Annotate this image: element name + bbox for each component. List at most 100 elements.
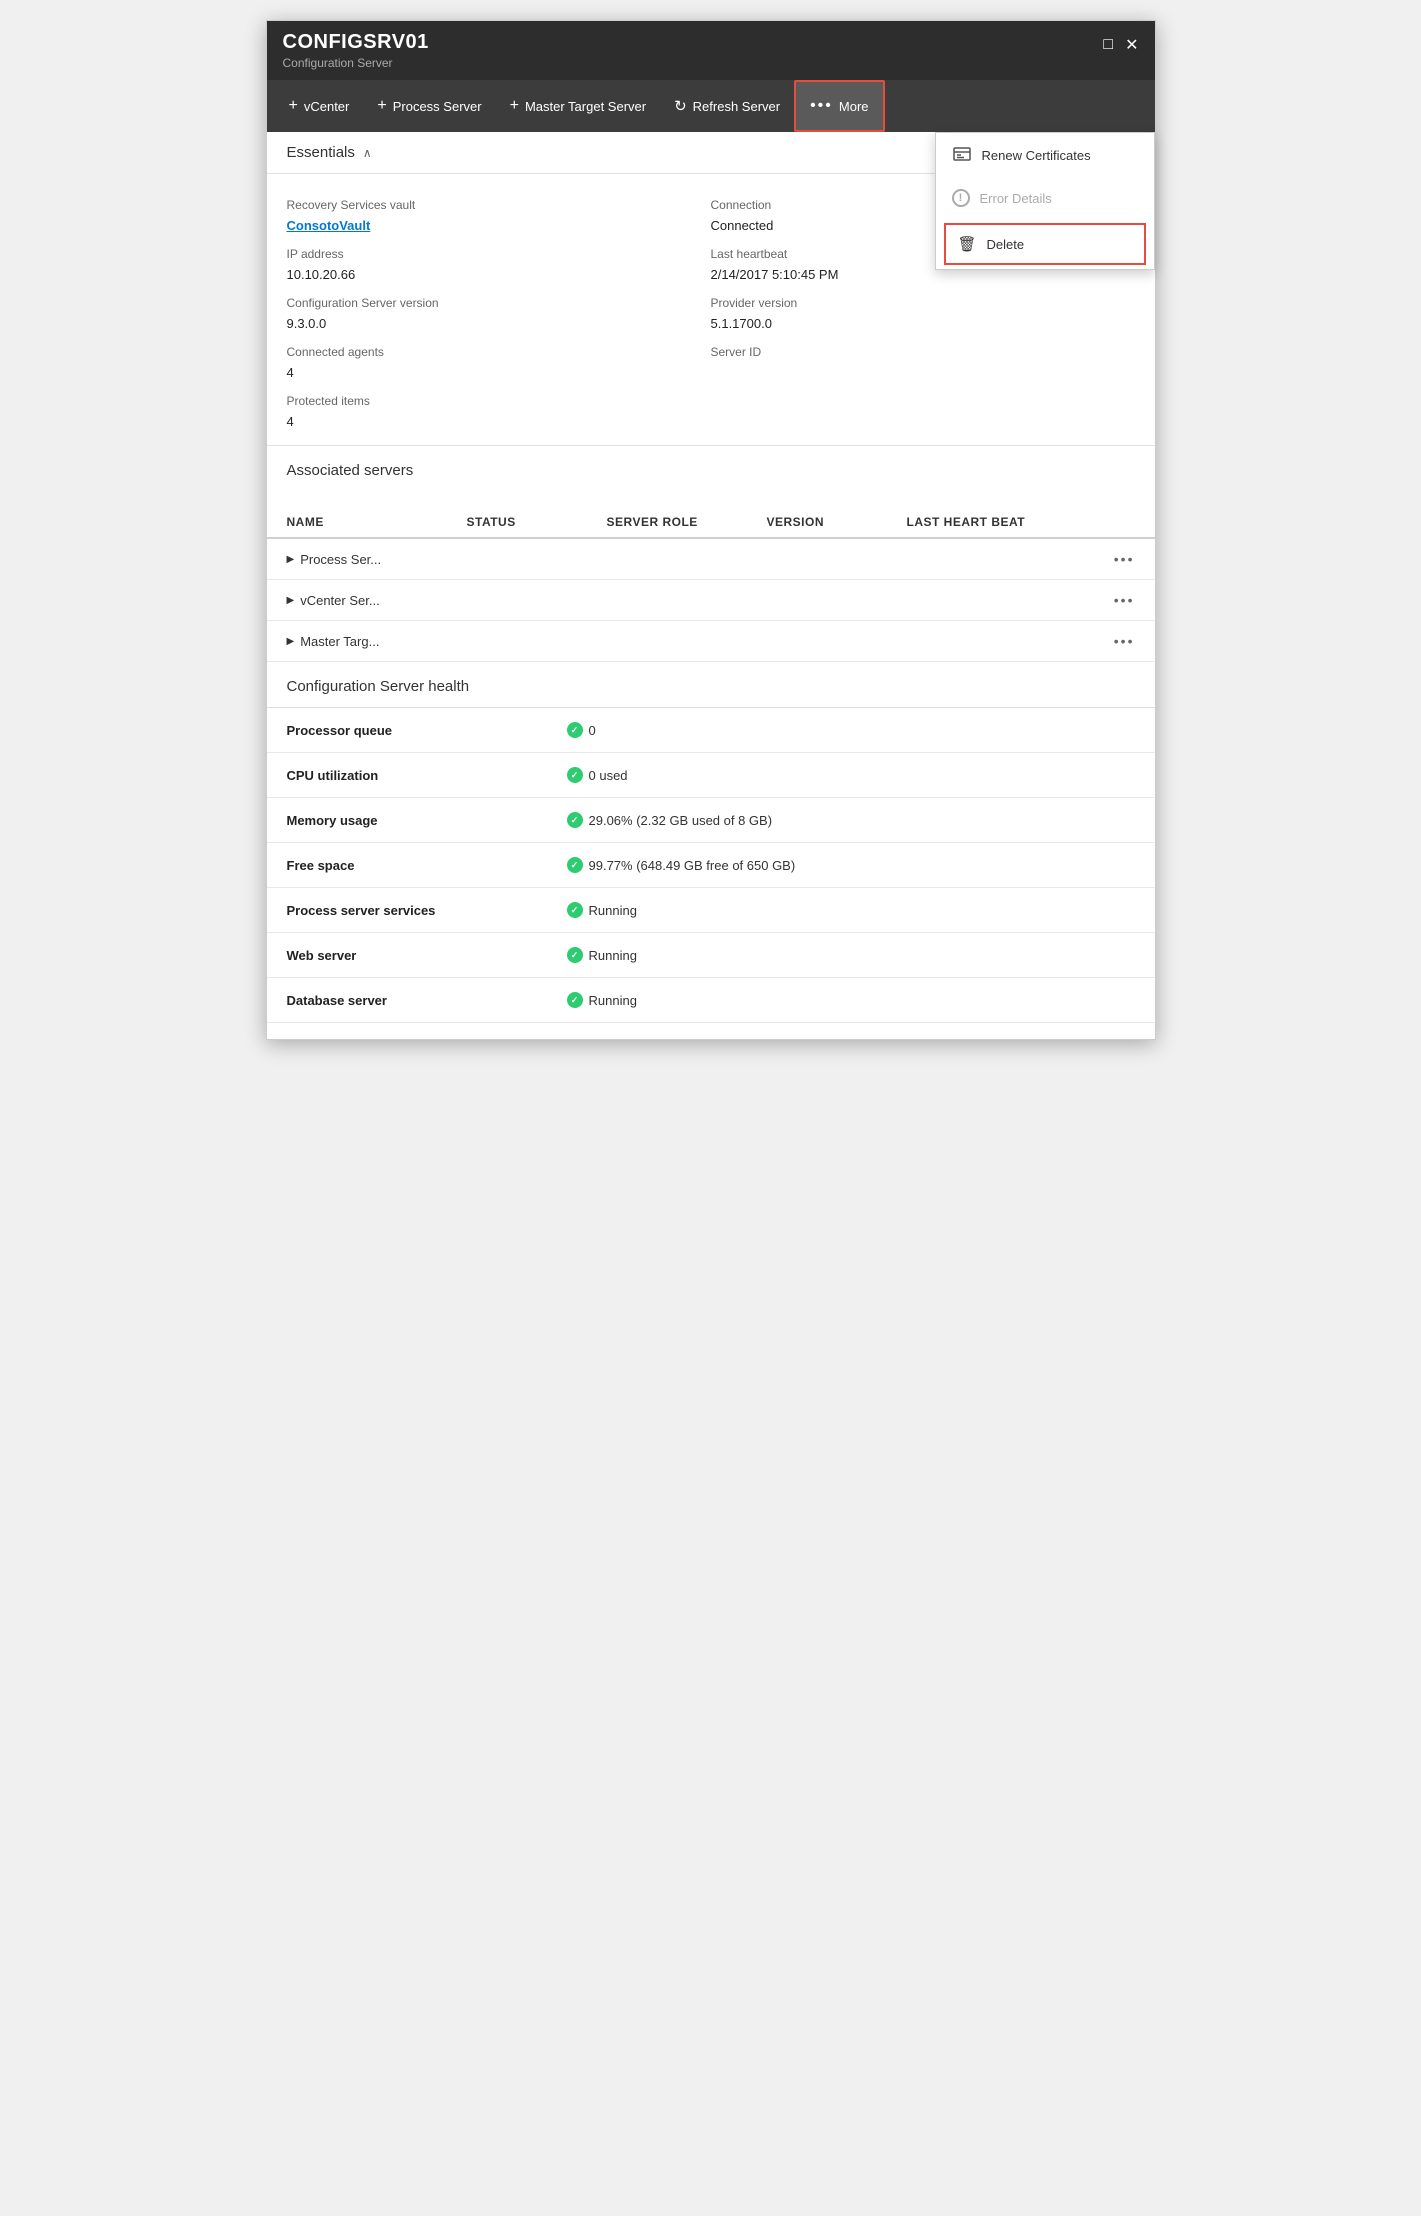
items-value: 4 — [287, 414, 711, 429]
cpu-utilization-value: 0 used — [567, 767, 1135, 783]
green-status-icon-6 — [567, 947, 583, 963]
table-row[interactable]: ▶ Process Ser... ••• — [267, 539, 1155, 580]
row-more-button-3[interactable]: ••• — [1114, 633, 1135, 649]
process-server-row-name: ▶ Process Ser... — [287, 552, 1114, 567]
associated-servers-section: Associated servers — [267, 446, 1155, 507]
cs-version-label: Configuration Server version — [287, 296, 711, 310]
database-server-label: Database server — [287, 993, 567, 1008]
process-server-services-text: Running — [589, 903, 637, 918]
renew-certificates-label: Renew Certificates — [982, 148, 1091, 163]
database-server-text: Running — [589, 993, 637, 1008]
table-row[interactable]: ▶ Master Targ... ••• — [267, 621, 1155, 662]
renew-certificates-item[interactable]: Renew Certificates — [936, 133, 1154, 177]
vcenter-server-row-name: ▶ vCenter Ser... — [287, 593, 1114, 608]
renew-icon — [952, 145, 972, 165]
free-space-text: 99.77% (648.49 GB free of 650 GB) — [589, 858, 796, 873]
vault-value[interactable]: ConsotoVault — [287, 218, 711, 233]
green-status-icon-5 — [567, 902, 583, 918]
arrow-icon-2: ▶ — [287, 595, 295, 606]
process-server-label: Process Server — [393, 99, 482, 114]
ellipsis-icon: ••• — [810, 97, 833, 115]
free-space-value: 99.77% (648.49 GB free of 650 GB) — [567, 857, 1135, 873]
col-name: NAME — [287, 515, 467, 529]
more-label: More — [839, 99, 869, 114]
agents-label: Connected agents — [287, 345, 711, 359]
cpu-utilization-text: 0 used — [589, 768, 628, 783]
cpu-utilization-label: CPU utilization — [287, 768, 567, 783]
arrow-icon: ▶ — [287, 554, 295, 565]
database-server-value: Running — [567, 992, 1135, 1008]
process-server-name: Process Ser... — [300, 552, 381, 567]
title-bar-controls: □ ✕ — [1103, 31, 1138, 55]
processor-queue-label: Processor queue — [287, 723, 567, 738]
provider-value: 5.1.1700.0 — [711, 316, 1135, 331]
process-server-services-label: Process server services — [287, 903, 567, 918]
health-row-process-services: Process server services Running — [267, 888, 1155, 933]
health-row-database: Database server Running — [267, 978, 1155, 1023]
vcenter-button[interactable]: + vCenter — [275, 80, 364, 132]
web-server-label: Web server — [287, 948, 567, 963]
more-dropdown: Renew Certificates ! Error Details 🗑 Del… — [935, 132, 1155, 270]
essentials-title: Essentials — [287, 144, 355, 161]
chevron-up-icon[interactable]: ∧ — [363, 146, 372, 160]
master-target-row-name: ▶ Master Targ... — [287, 634, 1114, 649]
server-id-label: Server ID — [711, 345, 1135, 359]
toolbar: + vCenter + Process Server + Master Targ… — [267, 80, 1155, 132]
ip-value: 10.10.20.66 — [287, 267, 711, 282]
delete-label: Delete — [987, 237, 1025, 252]
vault-label: Recovery Services vault — [287, 198, 711, 212]
master-target-label: Master Target Server — [525, 99, 646, 114]
web-server-value: Running — [567, 947, 1135, 963]
master-target-button[interactable]: + Master Target Server — [496, 80, 660, 132]
refresh-icon: ↻ — [674, 97, 687, 115]
close-icon[interactable]: ✕ — [1125, 35, 1138, 55]
green-status-icon — [567, 722, 583, 738]
plus-icon-3: + — [510, 97, 519, 115]
col-status: STATUS — [467, 515, 607, 529]
vcenter-label: vCenter — [304, 99, 350, 114]
col-server-role: SERVER ROLE — [607, 515, 767, 529]
process-server-button[interactable]: + Process Server — [363, 80, 495, 132]
health-row-web-server: Web server Running — [267, 933, 1155, 978]
delete-item[interactable]: 🗑 Delete — [944, 223, 1146, 265]
refresh-label: Refresh Server — [693, 99, 780, 114]
green-status-icon-7 — [567, 992, 583, 1008]
error-icon: ! — [952, 189, 970, 207]
free-space-label: Free space — [287, 858, 567, 873]
row-more-button[interactable]: ••• — [1114, 551, 1135, 567]
row-more-button-2[interactable]: ••• — [1114, 592, 1135, 608]
vcenter-server-name: vCenter Ser... — [300, 593, 379, 608]
health-row-processor: Processor queue 0 — [267, 708, 1155, 753]
green-status-icon-3 — [567, 812, 583, 828]
health-row-freespace: Free space 99.77% (648.49 GB free of 650… — [267, 843, 1155, 888]
plus-icon-2: + — [377, 97, 386, 115]
associated-servers-title: Associated servers — [287, 462, 1135, 479]
health-section: Configuration Server health Processor qu… — [267, 662, 1155, 1039]
items-label: Protected items — [287, 394, 711, 408]
error-details-label: Error Details — [980, 191, 1052, 206]
provider-label: Provider version — [711, 296, 1135, 310]
cs-version-value: 9.3.0.0 — [287, 316, 711, 331]
refresh-server-button[interactable]: ↻ Refresh Server — [660, 80, 794, 132]
health-row-cpu: CPU utilization 0 used — [267, 753, 1155, 798]
arrow-icon-3: ▶ — [287, 636, 295, 647]
processor-queue-value: 0 — [567, 722, 1135, 738]
minimize-icon[interactable]: □ — [1103, 36, 1113, 54]
plus-icon: + — [289, 97, 298, 115]
table-row[interactable]: ▶ vCenter Ser... ••• — [267, 580, 1155, 621]
green-status-icon-2 — [567, 767, 583, 783]
ip-label: IP address — [287, 247, 711, 261]
health-row-memory: Memory usage 29.06% (2.32 GB used of 8 G… — [267, 798, 1155, 843]
memory-usage-label: Memory usage — [287, 813, 567, 828]
process-server-services-value: Running — [567, 902, 1135, 918]
title-bar: CONFIGSRV01 Configuration Server □ ✕ — [267, 21, 1155, 80]
window-title: CONFIGSRV01 — [283, 31, 429, 54]
agents-value: 4 — [287, 365, 711, 380]
col-heartbeat: LAST HEART BEAT — [907, 515, 1135, 529]
health-title: Configuration Server health — [267, 678, 1155, 708]
error-details-item: ! Error Details — [936, 177, 1154, 219]
associated-servers-table-header: NAME STATUS SERVER ROLE VERSION LAST HEA… — [267, 507, 1155, 539]
more-button[interactable]: ••• More — [794, 80, 884, 132]
web-server-text: Running — [589, 948, 637, 963]
processor-queue-text: 0 — [589, 723, 596, 738]
